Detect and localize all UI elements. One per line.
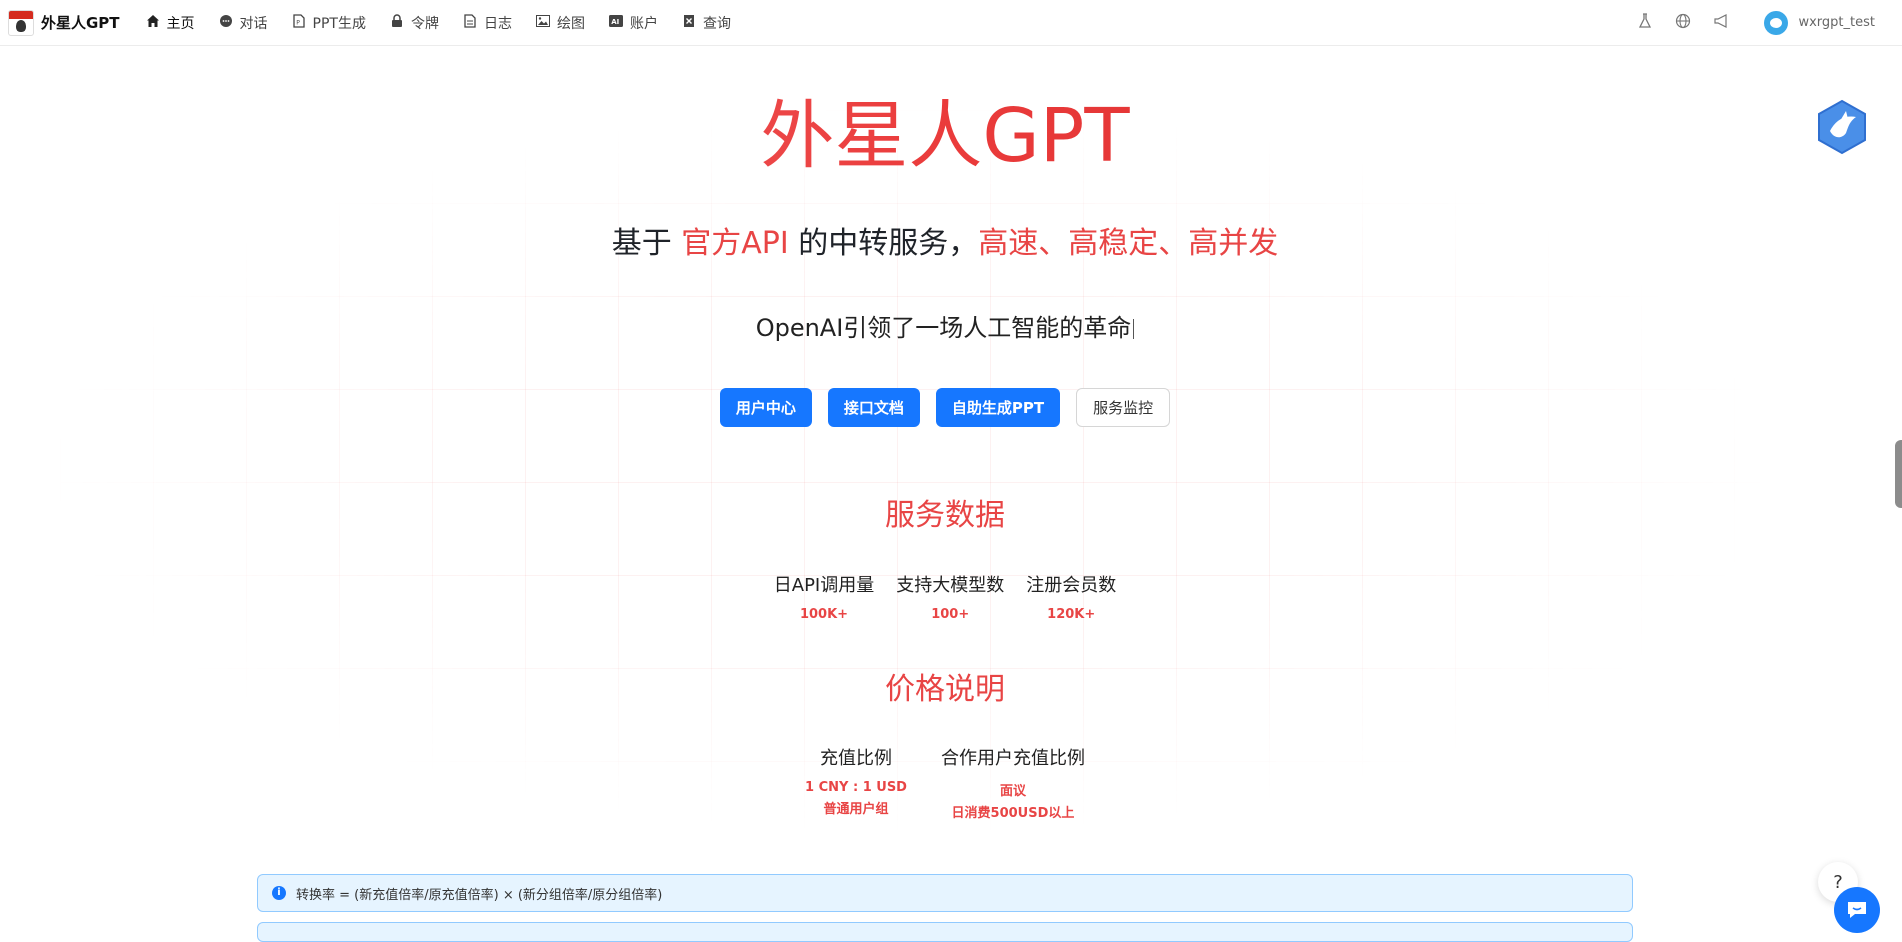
nav-item-logs[interactable]: 日志 — [451, 0, 524, 45]
svg-text:P: P — [296, 19, 300, 26]
nav-item-label: 主页 — [166, 15, 195, 32]
subtitle-accent-api: 官方API — [681, 226, 789, 261]
brand-logo — [8, 9, 34, 36]
avatar — [1764, 10, 1789, 35]
pricing-recharge-ratio: 充值比例 1 CNY : 1 USD 普通用户组 — [805, 744, 907, 821]
user-center-button[interactable]: 用户中心 — [719, 388, 812, 427]
nav-item-query[interactable]: 查询 — [670, 0, 743, 45]
nav-item-home[interactable]: 主页 — [134, 0, 207, 45]
api-docs-button[interactable]: 接口文档 — [827, 388, 920, 427]
nav-item-drawing[interactable]: 绘图 — [524, 0, 597, 45]
nav-item-token[interactable]: 令牌 — [378, 0, 451, 45]
nav-item-label: 日志 — [483, 15, 512, 32]
generate-ppt-button[interactable]: 自助生成PPT — [935, 388, 1061, 427]
flask-icon[interactable] — [1635, 12, 1655, 33]
hero-title: 外星人GPT — [0, 90, 1890, 182]
nav-item-chat[interactable]: 对话 — [207, 0, 280, 45]
image-icon — [535, 14, 550, 31]
ratio-cny: 1 CNY : — [805, 780, 863, 795]
home-icon — [146, 14, 160, 32]
chat-icon — [219, 14, 233, 32]
stat-label: 充值比例 — [820, 748, 892, 769]
stat-api-calls: 日API调用量 100K+ — [774, 571, 874, 622]
username: wxrgpt_test — [1798, 15, 1875, 30]
top-navbar: 外星人GPT 主页 对话 P PPT生成 令牌 日志 绘图 AI 账户 查询 w… — [0, 0, 1902, 46]
stat-label: 合作用户充值比例 — [940, 748, 1085, 769]
nav-item-label: 查询 — [702, 15, 731, 32]
file-icon: P — [292, 13, 306, 32]
nav-item-account[interactable]: AI 账户 — [597, 0, 670, 45]
nav-item-label: 账户 — [629, 15, 658, 32]
typed-text: OpenAI引领了一场人工智能的革命 — [755, 314, 1132, 342]
brand[interactable]: 外星人GPT — [8, 9, 120, 36]
svg-text:AI: AI — [611, 18, 619, 26]
stat-label: 注册会员数 — [1026, 575, 1117, 596]
subtitle-text-mid: 的中转服务， — [788, 226, 979, 261]
subtitle-accent-features: 高速、高稳定、高并发 — [978, 226, 1279, 261]
globe-icon[interactable] — [1673, 13, 1693, 33]
pricing-title: 价格说明 — [885, 672, 1005, 707]
megaphone-icon[interactable] — [1711, 13, 1731, 33]
pricing-stats: 充值比例 1 CNY : 1 USD 普通用户组 合作用户充值比例 面议 日消费… — [0, 744, 1890, 821]
ai-icon: AI — [608, 14, 623, 31]
side-drawer-handle[interactable] — [1895, 440, 1902, 508]
stat-value: 1 CNY : 1 USD — [805, 780, 907, 795]
typed-tagline: OpenAI引领了一场人工智能的革命 — [0, 308, 1890, 343]
lock-icon — [390, 13, 404, 32]
stat-value: 120K+ — [1047, 607, 1096, 622]
stat-value: 100+ — [931, 607, 970, 622]
stat-sub: 日消费500USD以上 — [951, 806, 1075, 821]
subtitle-text: 基于 — [611, 226, 682, 261]
brand-name: 外星人GPT — [41, 14, 120, 32]
service-stats: 日API调用量 100K+ 支持大模型数 100+ 注册会员数 120K+ — [0, 571, 1890, 622]
support-chat-icon[interactable] — [1834, 887, 1880, 933]
nav-item-label: PPT生成 — [312, 15, 366, 32]
pricing-partner-ratio: 合作用户充值比例 面议 日消费500USD以上 — [941, 744, 1085, 821]
typing-caret — [1133, 319, 1135, 339]
ratio-usd: 1 USD — [862, 780, 907, 795]
nav-item-label: 对话 — [239, 15, 268, 32]
hero-subtitle: 基于 官方API 的中转服务，高速、高稳定、高并发 — [0, 218, 1890, 262]
nav-right-tools: wxrgpt_test — [1626, 0, 1902, 45]
info-icon: i — [272, 886, 286, 900]
nav-item-label: 绘图 — [556, 15, 585, 32]
second-info-alert — [257, 922, 1633, 942]
service-data-title: 服务数据 — [885, 498, 1005, 533]
stat-models: 支持大模型数 100+ — [896, 571, 1004, 622]
info-text: 转换率 = (新充值倍率/原充值倍率) × (新分组倍率/原分组倍率) — [296, 887, 663, 903]
stat-members: 注册会员数 120K+ — [1026, 571, 1116, 622]
conversion-info-alert: i 转换率 = (新充值倍率/原充值倍率) × (新分组倍率/原分组倍率) — [257, 874, 1633, 912]
document-icon — [463, 13, 477, 32]
query-icon — [682, 14, 696, 32]
nav-item-label: 令牌 — [410, 15, 439, 32]
stat-sub: 普通用户组 — [823, 802, 889, 817]
hero-buttons: 用户中心 接口文档 自助生成PPT 服务监控 — [0, 388, 1890, 427]
stat-value: 面议 — [999, 784, 1026, 799]
stat-label: 日API调用量 — [773, 575, 875, 596]
bird-badge-icon[interactable] — [1816, 99, 1868, 155]
stat-label: 支持大模型数 — [896, 575, 1005, 596]
service-monitor-button[interactable]: 服务监控 — [1076, 388, 1171, 427]
nav-item-ppt[interactable]: P PPT生成 — [280, 0, 378, 45]
user-menu[interactable]: wxrgpt_test — [1764, 10, 1875, 35]
stat-value: 100K+ — [799, 607, 849, 622]
